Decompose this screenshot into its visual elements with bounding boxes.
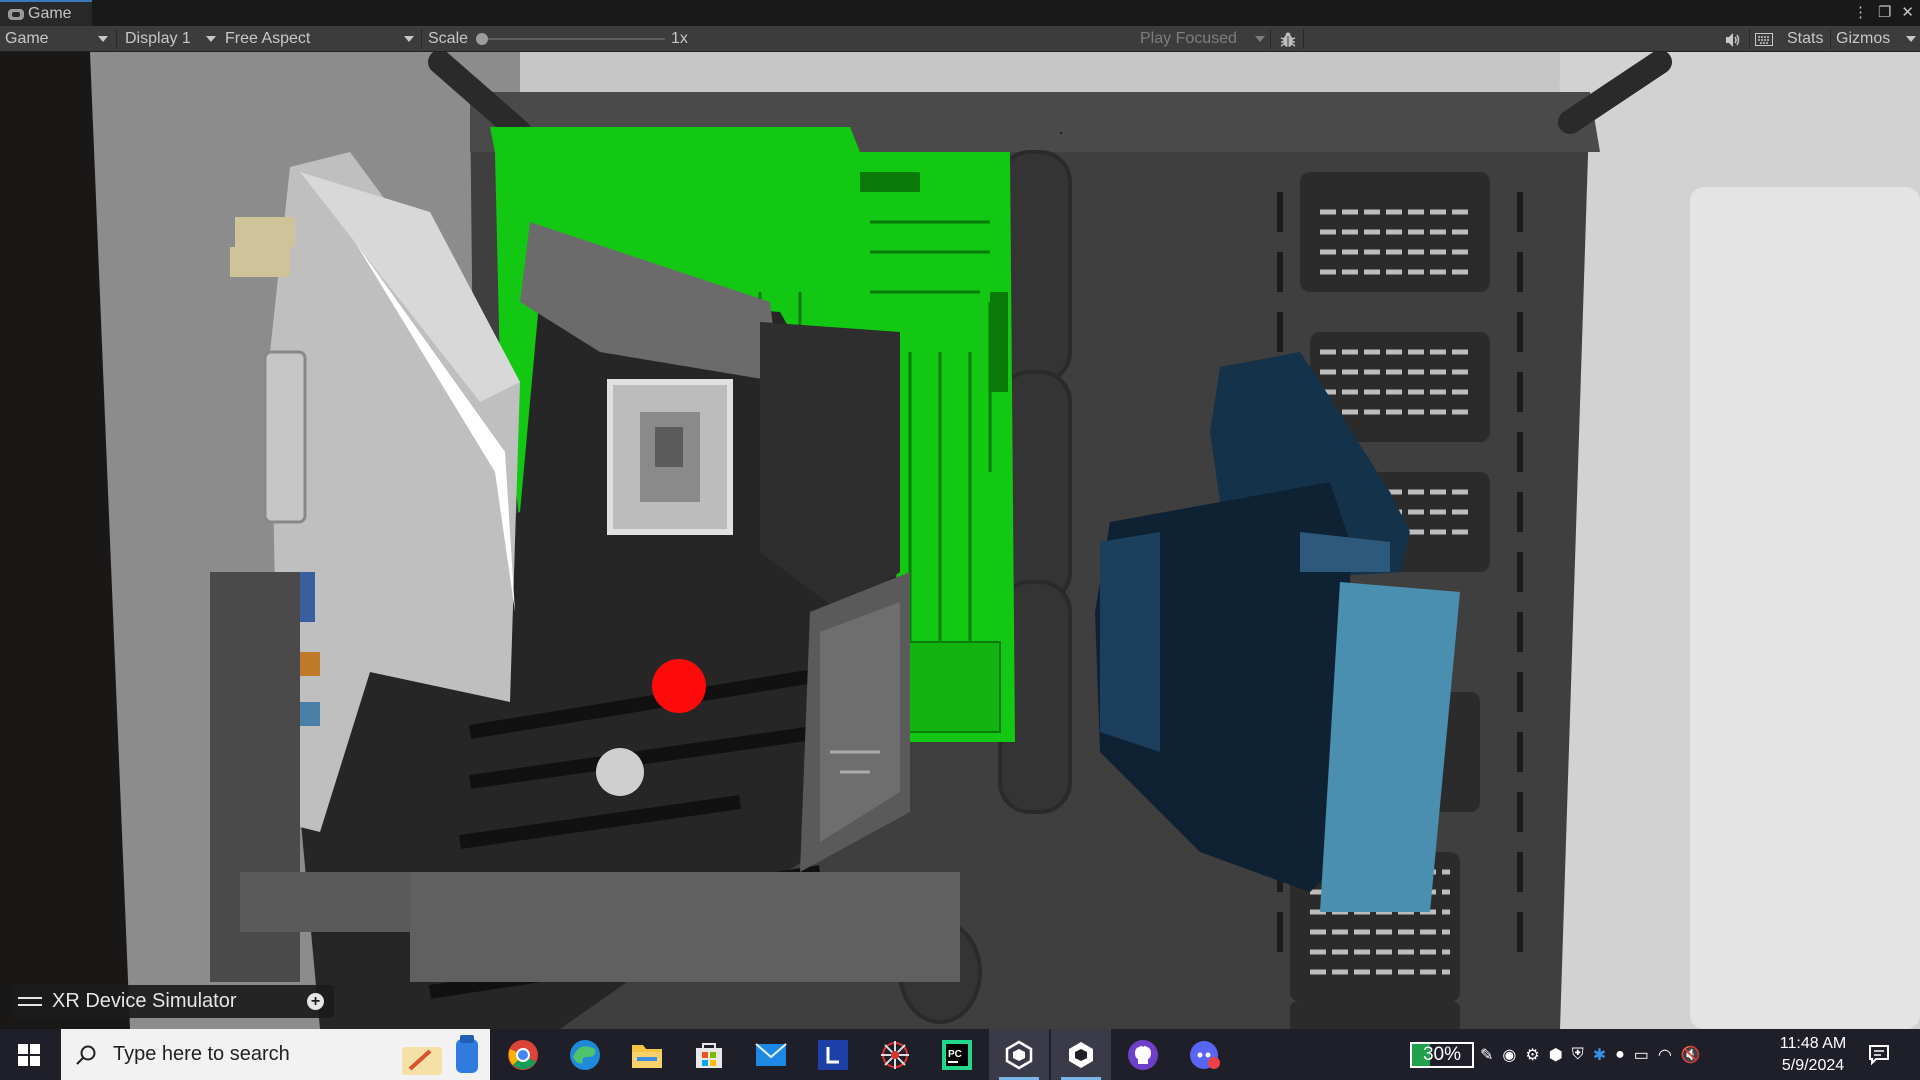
- tab-game[interactable]: Game: [0, 0, 92, 26]
- svg-text:PC: PC: [948, 1049, 962, 1060]
- scale-value: 1x: [666, 26, 706, 52]
- clock-date: 5/9/2024: [1781, 1057, 1845, 1074]
- stats-label: Stats: [1787, 30, 1824, 47]
- window-controls: ⋮ ❐ ✕: [1853, 3, 1914, 21]
- scale-value-text: 1x: [671, 30, 688, 47]
- start-button[interactable]: [0, 1029, 58, 1080]
- screen: Game ⋮ ❐ ✕ Game Display 1 Free Aspect Sc…: [0, 0, 1920, 1080]
- scale-label-text: Scale: [428, 30, 469, 47]
- clock[interactable]: 11:48 AM 5/9/2024: [1770, 1033, 1856, 1077]
- chevron-down-icon: [1255, 36, 1265, 42]
- search-box[interactable]: Type here to search: [61, 1029, 490, 1080]
- onedrive-icon[interactable]: ●: [1615, 1046, 1625, 1064]
- windows-taskbar: Type here to search PC 30% ✎ ◉ ⚙ ⬢ ⛨ ✱ ●…: [0, 1029, 1920, 1080]
- divider: [116, 29, 117, 49]
- game-viewport[interactable]: XR Device Simulator +: [0, 52, 1920, 1029]
- bug-icon[interactable]: [1279, 31, 1297, 49]
- pen-icon[interactable]: ✎: [1480, 1045, 1493, 1065]
- divider: [1303, 29, 1304, 49]
- microsoft-store-icon[interactable]: [679, 1029, 739, 1080]
- view-select[interactable]: Game: [0, 26, 112, 52]
- chevron-down-icon: [98, 36, 108, 42]
- maximize-icon[interactable]: ❐: [1878, 3, 1891, 21]
- divider: [1749, 29, 1750, 49]
- stats-button[interactable]: Stats: [1782, 26, 1832, 52]
- play-mode-select-value: Play Focused: [1140, 30, 1237, 47]
- scale-slider-handle[interactable]: [476, 33, 488, 45]
- display-select[interactable]: Display 1: [120, 26, 220, 52]
- scale-slider-track[interactable]: [480, 38, 665, 40]
- windows-logo-icon: [18, 1043, 40, 1066]
- more-options-icon[interactable]: ⋮: [1853, 3, 1868, 21]
- power-icon[interactable]: ▭: [1634, 1045, 1649, 1065]
- editor-tab-bar: Game ⋮ ❐ ✕: [0, 0, 1920, 26]
- chevron-down-icon: [1906, 36, 1916, 42]
- discord-tray-icon[interactable]: ◉: [1502, 1045, 1516, 1065]
- pycharm-icon[interactable]: PC: [927, 1029, 987, 1080]
- play-mode-select[interactable]: Play Focused: [1135, 26, 1269, 52]
- notifications-icon[interactable]: [1868, 1044, 1890, 1066]
- speaker-icon[interactable]: [1724, 32, 1742, 48]
- close-icon[interactable]: ✕: [1901, 3, 1914, 21]
- plus-circle-icon[interactable]: +: [307, 993, 324, 1010]
- gamepad-icon: [8, 8, 24, 20]
- gizmos-label: Gizmos: [1836, 30, 1891, 47]
- security-icon[interactable]: ⛨: [1572, 1046, 1584, 1064]
- battery-percent: 30%: [1422, 1044, 1462, 1065]
- drag-handle-icon[interactable]: [18, 997, 42, 1006]
- view-select-value: Game: [5, 30, 49, 47]
- xr-pointer-dot: [652, 659, 706, 713]
- search-icon: [76, 1045, 96, 1065]
- l-app-icon[interactable]: [803, 1029, 863, 1080]
- discord-icon[interactable]: [1175, 1029, 1235, 1080]
- unity-hub-icon[interactable]: [989, 1029, 1049, 1080]
- xr-simulator-title: XR Device Simulator: [52, 990, 237, 1012]
- edge-icon[interactable]: [555, 1029, 615, 1080]
- glass-panel: [1690, 187, 1920, 1029]
- divider: [421, 29, 422, 49]
- divider: [1270, 29, 1271, 49]
- mail-icon[interactable]: [741, 1029, 801, 1080]
- pc-build-scene: [0, 52, 1920, 1029]
- search-placeholder: Type here to search: [113, 1043, 290, 1065]
- keyboard-icon[interactable]: [1755, 33, 1773, 46]
- chrome-icon[interactable]: [493, 1029, 553, 1080]
- aspect-select-value: Free Aspect: [225, 30, 311, 47]
- bluetooth-icon[interactable]: ✱: [1593, 1045, 1606, 1065]
- tab-game-label: Game: [28, 5, 72, 22]
- display-select-value: Display 1: [125, 30, 191, 47]
- file-explorer-icon[interactable]: [617, 1029, 677, 1080]
- game-toolbar: Game Display 1 Free Aspect Scale 1x Play…: [0, 26, 1920, 52]
- github-desktop-icon[interactable]: [1113, 1029, 1173, 1080]
- scale-label: Scale: [423, 26, 483, 52]
- volume-mute-icon[interactable]: 🔇: [1681, 1045, 1701, 1065]
- spider-app-icon[interactable]: [865, 1029, 925, 1080]
- xr-device-simulator-panel[interactable]: XR Device Simulator +: [12, 985, 334, 1018]
- unity-icon[interactable]: [1051, 1029, 1111, 1080]
- wifi-icon[interactable]: ◠: [1658, 1045, 1672, 1065]
- chevron-down-icon: [206, 36, 216, 42]
- battery-indicator[interactable]: 30%: [1410, 1042, 1474, 1068]
- unity-tray-icon[interactable]: ⬢: [1549, 1045, 1563, 1065]
- gizmos-button[interactable]: Gizmos: [1831, 26, 1920, 52]
- steam-icon[interactable]: ⚙: [1525, 1045, 1539, 1065]
- search-highlight-art-icon: [402, 1035, 478, 1075]
- chevron-down-icon: [404, 36, 414, 42]
- aspect-select[interactable]: Free Aspect: [220, 26, 418, 52]
- clock-time: 11:48 AM: [1779, 1035, 1847, 1052]
- system-tray: ✎ ◉ ⚙ ⬢ ⛨ ✱ ● ▭ ◠ 🔇: [1480, 1029, 1701, 1080]
